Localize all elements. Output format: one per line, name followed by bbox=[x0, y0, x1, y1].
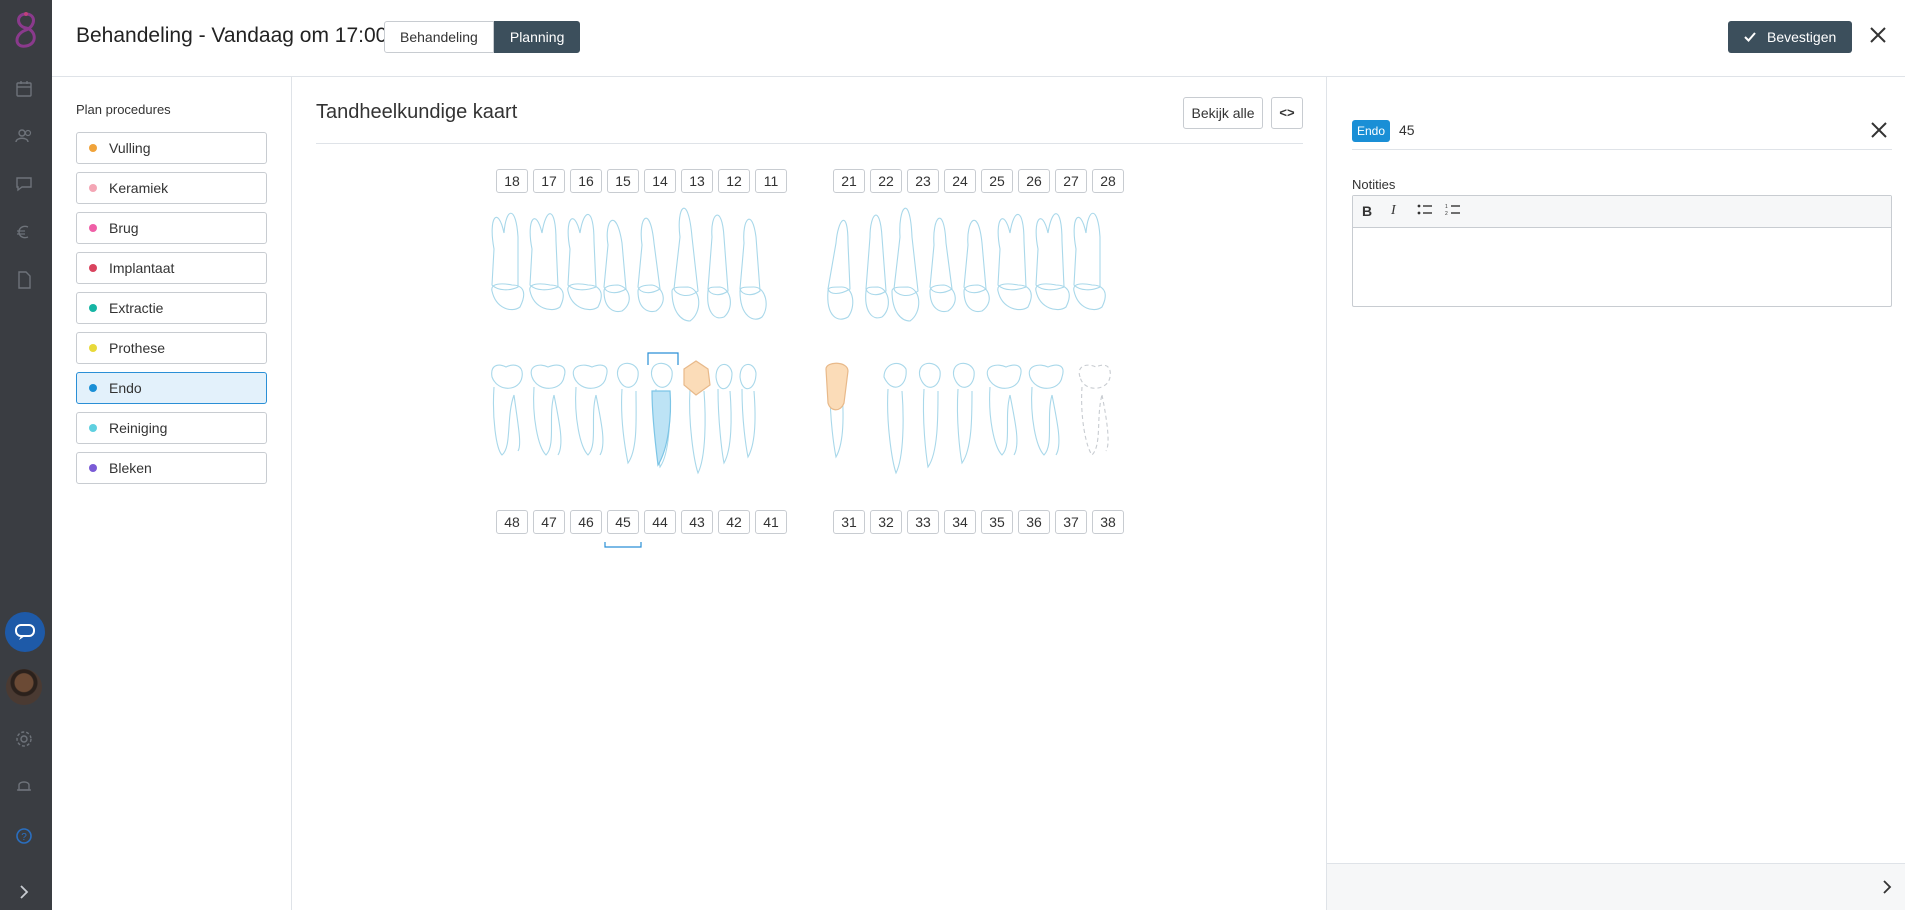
procedure-implantaat[interactable]: Implantaat bbox=[76, 252, 267, 284]
procedure-color-dot bbox=[89, 224, 97, 232]
bullet-list-icon[interactable] bbox=[1417, 203, 1433, 220]
close-icon[interactable] bbox=[1870, 121, 1888, 144]
svg-text:?: ? bbox=[21, 832, 27, 843]
procedure-vulling[interactable]: Vulling bbox=[76, 132, 267, 164]
procedure-reiniging[interactable]: Reiniging bbox=[76, 412, 267, 444]
close-icon[interactable] bbox=[1868, 25, 1888, 50]
procedure-label: Brug bbox=[109, 220, 139, 236]
logo-icon[interactable] bbox=[8, 10, 44, 50]
svg-text:1: 1 bbox=[1445, 204, 1448, 210]
procedure-color-dot bbox=[89, 264, 97, 272]
chevron-right-icon[interactable] bbox=[14, 882, 34, 902]
procedure-extractie[interactable]: Extractie bbox=[76, 292, 267, 324]
header: Behandeling - Vandaag om 17:00 Behandeli… bbox=[52, 0, 1905, 77]
avatar[interactable] bbox=[6, 669, 42, 705]
bold-icon[interactable]: B bbox=[1362, 203, 1372, 219]
procedure-badge: Endo bbox=[1352, 120, 1390, 142]
tab-behandeling[interactable]: Behandeling bbox=[384, 21, 494, 53]
detail-panel: Endo 45 Notities B I 12 bbox=[1327, 77, 1905, 910]
teeth-diagram[interactable] bbox=[292, 77, 1327, 910]
procedure-label: Implantaat bbox=[109, 260, 175, 276]
dental-chart-panel: Tandheelkundige kaart Bekijk alle <> 18 1… bbox=[292, 77, 1327, 910]
calendar-icon[interactable] bbox=[14, 79, 34, 99]
notes-label: Notities bbox=[1352, 177, 1396, 192]
procedure-label: Endo bbox=[109, 380, 142, 396]
procedure-color-dot bbox=[89, 304, 97, 312]
tooth-45-root[interactable] bbox=[651, 390, 672, 467]
bell-icon[interactable] bbox=[14, 776, 34, 796]
procedure-bleken[interactable]: Bleken bbox=[76, 452, 267, 484]
tooth-number: 45 bbox=[1399, 122, 1415, 138]
euro-icon[interactable] bbox=[14, 222, 34, 242]
procedure-prothese[interactable]: Prothese bbox=[76, 332, 267, 364]
procedure-label: Vulling bbox=[109, 140, 151, 156]
procedure-color-dot bbox=[89, 144, 97, 152]
procedure-color-dot bbox=[89, 424, 97, 432]
document-icon[interactable] bbox=[14, 270, 34, 290]
svg-text:2: 2 bbox=[1445, 211, 1448, 217]
procedure-color-dot bbox=[89, 184, 97, 192]
divider bbox=[1352, 149, 1892, 150]
procedure-label: Bleken bbox=[109, 460, 152, 476]
check-icon bbox=[1744, 32, 1756, 42]
notes-textarea[interactable] bbox=[1353, 228, 1891, 304]
confirm-label: Bevestigen bbox=[1767, 29, 1837, 45]
procedure-label: Extractie bbox=[109, 300, 164, 316]
procedure-label: Reiniging bbox=[109, 420, 168, 436]
confirm-button[interactable]: Bevestigen bbox=[1728, 21, 1852, 53]
procedures-title: Plan procedures bbox=[76, 102, 171, 117]
notes-editor[interactable]: B I 12 bbox=[1352, 195, 1892, 307]
procedures-panel: Plan procedures Vulling Keramiek Brug Impla… bbox=[52, 77, 292, 910]
procedure-color-dot bbox=[89, 464, 97, 472]
chat-icon[interactable] bbox=[14, 174, 34, 194]
procedure-color-dot bbox=[89, 344, 97, 352]
italic-icon[interactable]: I bbox=[1391, 203, 1396, 219]
selection-bracket-bottom bbox=[604, 542, 642, 548]
chevron-right-icon[interactable] bbox=[1881, 880, 1893, 894]
procedure-label: Keramiek bbox=[109, 180, 169, 196]
app-sidebar: ? bbox=[0, 0, 52, 910]
support-chat-icon[interactable] bbox=[5, 612, 45, 652]
users-icon[interactable] bbox=[14, 126, 34, 146]
tooth-31-marker[interactable] bbox=[825, 362, 849, 411]
procedure-brug[interactable]: Brug bbox=[76, 212, 267, 244]
page-title: Behandeling - Vandaag om 17:00 bbox=[76, 24, 388, 47]
settings-icon[interactable] bbox=[14, 729, 34, 749]
procedure-color-dot bbox=[89, 384, 97, 392]
view-toggle: Behandeling Planning bbox=[384, 21, 581, 53]
tooth-44-crown[interactable] bbox=[683, 360, 711, 396]
procedure-endo[interactable]: Endo bbox=[76, 372, 267, 404]
help-icon[interactable]: ? bbox=[14, 826, 34, 846]
panel-footer bbox=[1327, 863, 1905, 910]
procedure-keramiek[interactable]: Keramiek bbox=[76, 172, 267, 204]
tab-planning[interactable]: Planning bbox=[493, 21, 581, 53]
numbered-list-icon[interactable]: 12 bbox=[1445, 203, 1461, 220]
editor-toolbar: B I 12 bbox=[1353, 196, 1891, 228]
procedure-label: Prothese bbox=[109, 340, 166, 356]
